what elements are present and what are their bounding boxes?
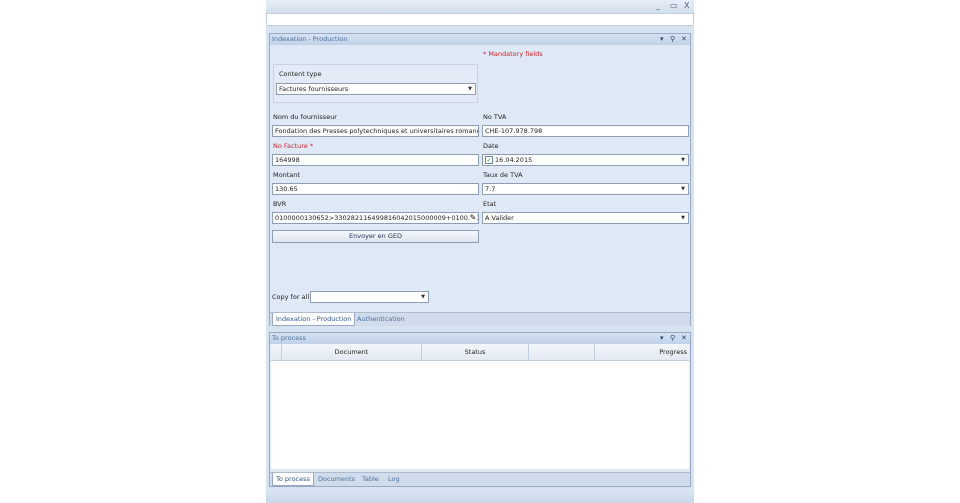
supplier-name-input[interactable]: Fondation des Presses polytechniques et … <box>272 125 479 137</box>
supplier-name-label: Nom du fournisseur <box>273 113 337 121</box>
invoice-no-label: No Facture * <box>273 142 314 150</box>
dropdown-arrow-icon[interactable]: ▼ <box>679 156 687 164</box>
vat-no-input[interactable]: CHE-107.978.798 <box>482 125 689 137</box>
panel-title: Indexation - Production <box>272 35 348 43</box>
bvr-label: BVR <box>273 200 287 208</box>
content-type-select[interactable]: Factures fournisseurs ▼ <box>276 83 476 95</box>
panel-header: To process ▾ ⚲ ✕ <box>270 333 690 344</box>
date-value: 16.04.2015 <box>495 156 533 164</box>
tab-documents[interactable]: Documents <box>315 473 358 486</box>
window-titlebar: _ ▭ X <box>266 0 694 13</box>
dropdown-arrow-icon[interactable]: ▾ <box>660 34 664 45</box>
application-window: _ ▭ X Indexation - Production ▾ ⚲ ✕ * Ma… <box>266 0 694 503</box>
date-picker[interactable]: ✓ 16.04.2015 ▼ <box>482 154 689 166</box>
indexation-tabs: Indexation - Production Authentication <box>270 312 690 326</box>
tab-authentication[interactable]: Authentication <box>354 313 408 326</box>
date-label: Date <box>483 142 499 150</box>
tab-to-process[interactable]: To process <box>272 473 314 486</box>
column-document[interactable]: Document <box>282 344 422 361</box>
amount-label: Montant <box>273 171 300 179</box>
vat-rate-label: Taux de TVA <box>483 171 523 179</box>
column-status[interactable]: Status <box>422 344 529 361</box>
tab-log[interactable]: Log <box>385 473 403 486</box>
close-icon[interactable]: X <box>684 1 689 10</box>
column-progress[interactable]: Progress <box>595 344 689 361</box>
vat-no-label: No TVA <box>483 113 507 121</box>
amount-input[interactable]: 130.65 <box>272 183 479 195</box>
toolbar-strip <box>266 13 694 26</box>
vat-rate-select[interactable]: 7.7 ▼ <box>482 183 689 195</box>
invoice-no-input[interactable]: 164998 <box>272 154 479 166</box>
copy-for-all-label: Copy for all <box>272 293 310 301</box>
tab-indexation-production[interactable]: Indexation - Production <box>272 313 356 326</box>
close-icon[interactable]: ✕ <box>681 333 687 344</box>
pencil-icon[interactable]: ✎ <box>469 214 477 222</box>
bvr-input[interactable]: 0100000130652>33028211649981604201500000… <box>272 212 479 224</box>
pin-icon[interactable]: ⚲ <box>670 34 675 45</box>
state-label: Etat <box>483 200 497 208</box>
close-icon[interactable]: ✕ <box>681 34 687 45</box>
mandatory-note: * Mandatory fields <box>483 50 543 58</box>
checkbox-icon[interactable]: ✓ <box>485 156 493 164</box>
column-blank[interactable] <box>529 344 595 361</box>
state-select[interactable]: A Valider ▼ <box>482 212 689 224</box>
state-value: A Valider <box>485 214 514 222</box>
dropdown-arrow-icon[interactable]: ▾ <box>660 333 664 344</box>
content-type-value: Factures fournisseurs <box>279 85 349 93</box>
row-selector-header <box>271 344 282 361</box>
bvr-value: 0100000130652>33028211649981604201500000… <box>275 214 479 222</box>
process-tabs: To process Documents Table Log <box>270 472 690 486</box>
indexation-panel: Indexation - Production ▾ ⚲ ✕ * Mandator… <box>269 33 691 326</box>
copy-for-all-select[interactable]: ▼ <box>310 291 429 303</box>
status-bar <box>266 490 694 503</box>
panel-title: To process <box>272 334 306 342</box>
maximize-icon[interactable]: ▭ <box>670 1 678 10</box>
dropdown-arrow-icon[interactable]: ▼ <box>679 214 687 222</box>
tab-table[interactable]: Table <box>359 473 382 486</box>
dropdown-arrow-icon[interactable]: ▼ <box>466 85 474 93</box>
dropdown-arrow-icon[interactable]: ▼ <box>679 185 687 193</box>
panel-header: Indexation - Production ▾ ⚲ ✕ <box>270 34 690 45</box>
to-process-panel: To process ▾ ⚲ ✕ Document Status Progres… <box>269 332 691 487</box>
minimize-icon[interactable]: _ <box>656 1 660 10</box>
dropdown-arrow-icon[interactable]: ▼ <box>419 293 427 301</box>
send-to-ged-button[interactable]: Envoyer en GED <box>272 230 479 243</box>
content-type-label: Content type <box>279 70 322 78</box>
pin-icon[interactable]: ⚲ <box>670 333 675 344</box>
vat-rate-value: 7.7 <box>485 185 496 193</box>
content-type-group: Content type Factures fournisseurs ▼ <box>273 64 478 103</box>
process-grid: Document Status Progress <box>271 344 689 469</box>
grid-header: Document Status Progress <box>271 344 689 361</box>
